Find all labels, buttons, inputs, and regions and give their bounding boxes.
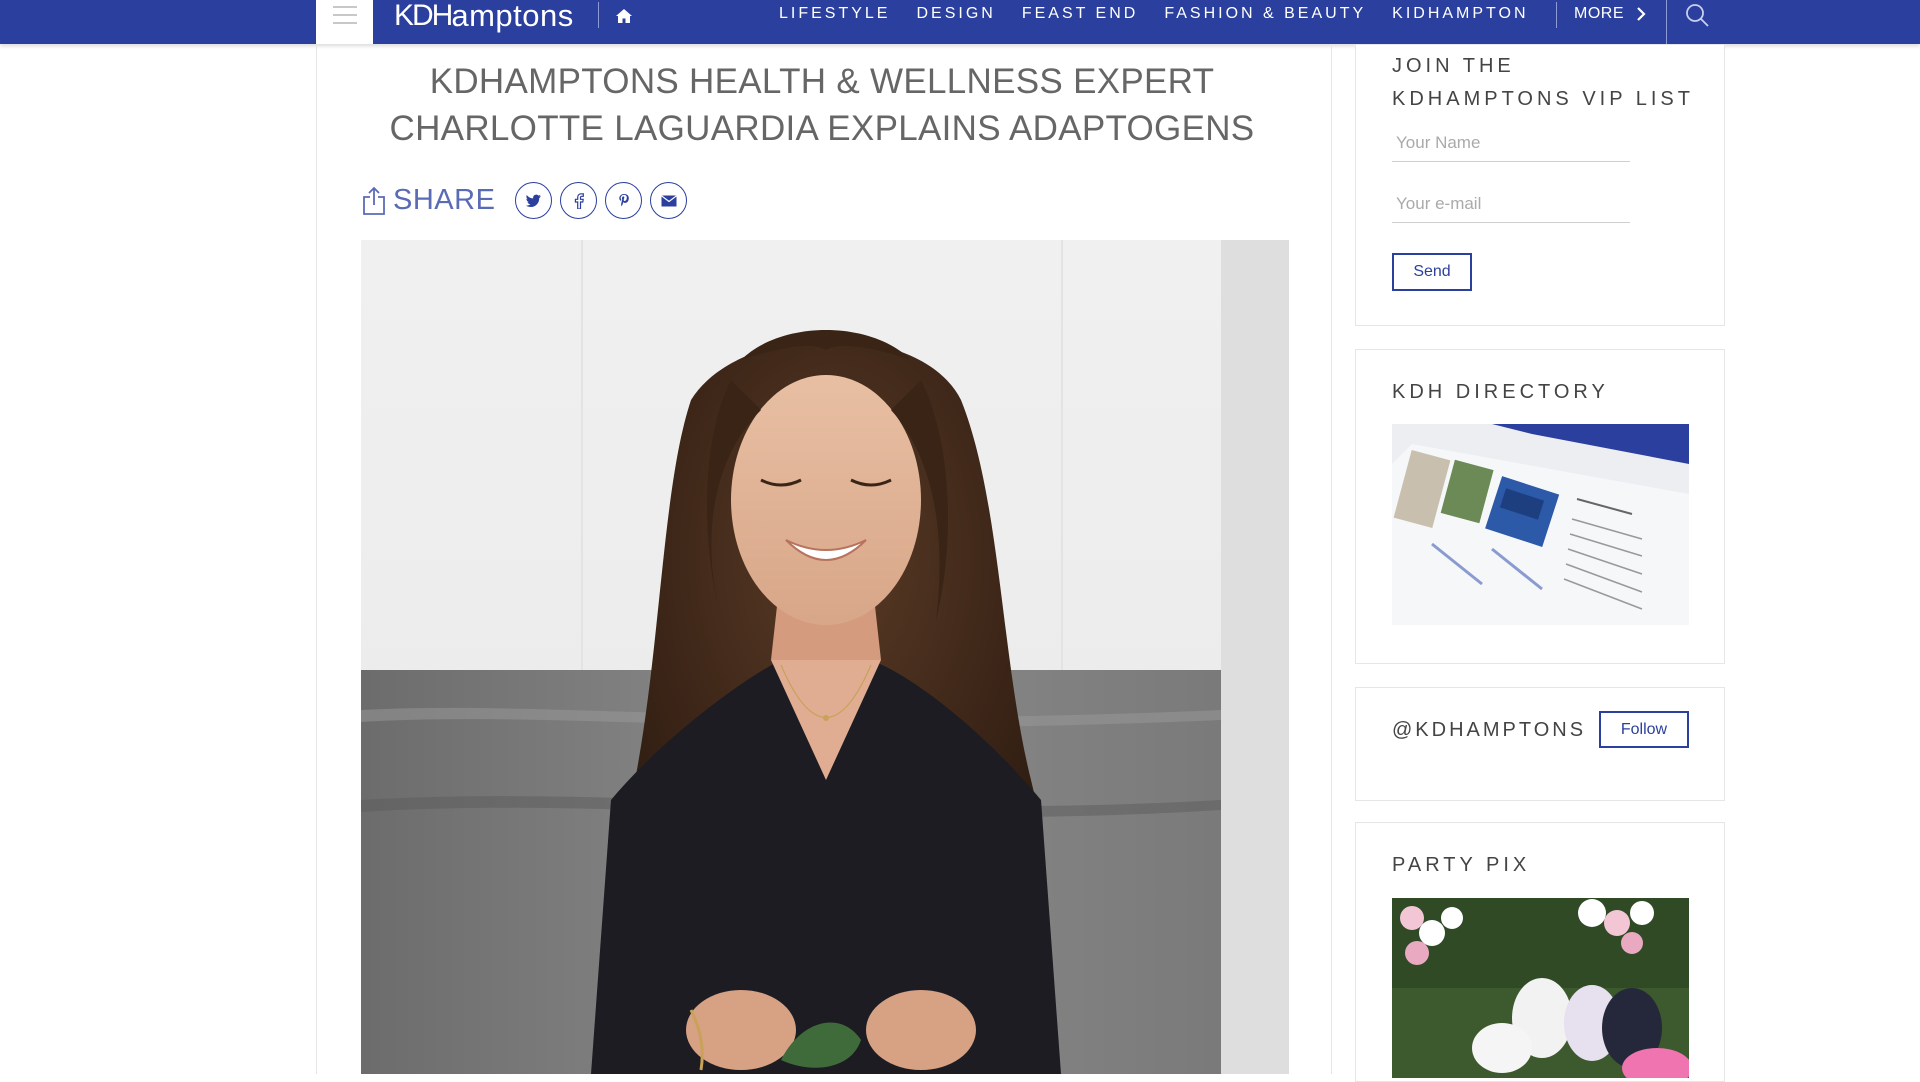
email-placeholder: Your e-mail [1396,194,1482,213]
logo-kdh-text: KDH [394,0,453,32]
vip-list-title: JOIN THE KDHAMPTONS VIP LIST [1392,55,1694,110]
name-field[interactable]: Your Name [1392,133,1630,162]
twitter-icon[interactable] [515,182,553,219]
site-logo[interactable]: KDH amptons [394,0,574,36]
party-pix-thumbnail[interactable] [1392,898,1689,1078]
search-divider [1666,0,1667,44]
more-menu-button[interactable]: MORE [1574,5,1624,23]
facebook-icon[interactable] [560,182,598,219]
logo-amptons-text: amptons [451,0,574,33]
top-navigation-bar: KDH amptons LIFESTYLE DESIGN FEAST END FA… [0,0,1920,44]
vip-list-widget: JOIN THE KDHAMPTONS VIP LIST Your Name Y… [1355,44,1725,326]
share-bar: SHARE [361,182,695,219]
party-pix-widget: PARTY PIX [1355,822,1725,1082]
nav-kidhampton[interactable]: KIDHAMPTON [1392,5,1528,23]
name-placeholder: Your Name [1396,133,1481,152]
nav-divider [1556,2,1557,28]
directory-thumbnail[interactable] [1392,424,1689,625]
logo-divider [598,2,599,28]
email-field[interactable]: Your e-mail [1392,194,1630,223]
search-icon[interactable] [1684,2,1710,28]
article-container: KDHAMPTONS HEALTH & WELLNESS EXPERT CHAR… [316,44,1332,1074]
directory-title: KDH DIRECTORY [1392,381,1609,403]
follow-button[interactable]: Follow [1599,711,1689,748]
main-nav: LIFESTYLE DESIGN FEAST END FASHION & BEA… [779,5,1555,23]
instagram-widget: @KDHAMPTONS Follow [1355,687,1725,801]
email-icon[interactable] [650,182,688,219]
nav-feast-end[interactable]: FEAST END [1022,5,1139,23]
hamburger-menu-icon[interactable] [316,0,373,44]
pinterest-icon[interactable] [605,182,643,219]
nav-design[interactable]: DESIGN [916,5,995,23]
chevron-right-icon[interactable] [1634,5,1648,23]
share-label[interactable]: SHARE [393,184,495,217]
article-hero-image [361,240,1289,1074]
article-title: KDHAMPTONS HEALTH & WELLNESS EXPERT CHAR… [389,62,1255,148]
home-icon[interactable] [614,6,634,26]
send-button[interactable]: Send [1392,253,1472,291]
share-icon[interactable] [361,186,387,216]
directory-widget: KDH DIRECTORY [1355,349,1725,664]
nav-fashion-beauty[interactable]: FASHION & BEAUTY [1164,5,1366,23]
nav-lifestyle[interactable]: LIFESTYLE [779,5,890,23]
party-pix-title: PARTY PIX [1392,854,1531,876]
instagram-handle: @KDHAMPTONS [1392,719,1587,741]
